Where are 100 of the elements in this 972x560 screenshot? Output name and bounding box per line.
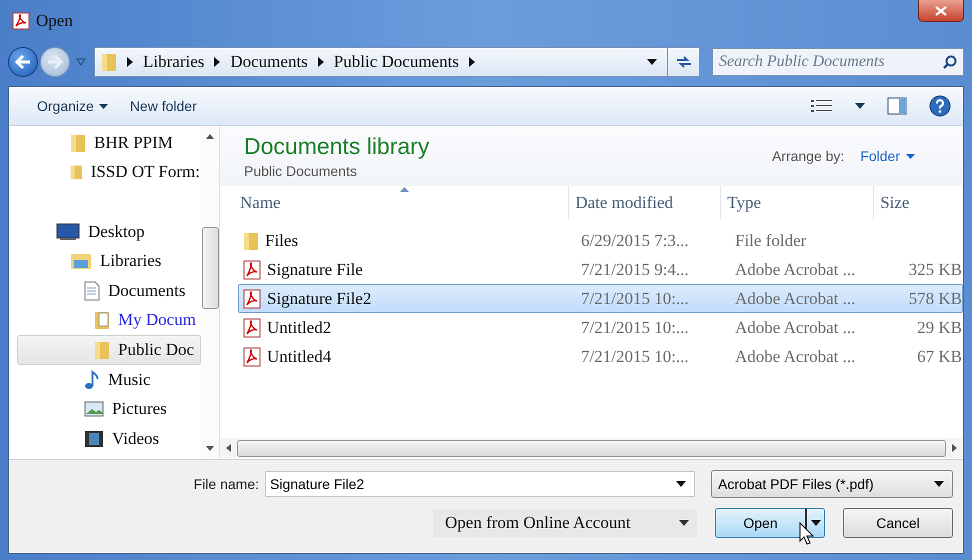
- folder-icon: [70, 132, 86, 153]
- dropdown-arrow-icon: [676, 481, 686, 487]
- cancel-button[interactable]: Cancel: [843, 508, 953, 538]
- scrollbar[interactable]: [201, 126, 219, 459]
- scroll-down-icon[interactable]: [206, 446, 214, 451]
- column-header[interactable]: Size: [874, 186, 963, 220]
- sidebar-item[interactable]: Music: [17, 364, 201, 394]
- libraries-icon: [70, 252, 92, 270]
- chevron-icon: [468, 57, 475, 67]
- column-header[interactable]: Type: [721, 186, 874, 220]
- file-row[interactable]: Files 6/29/2015 7:3... File folder: [238, 226, 963, 255]
- sidebar-item[interactable]: Pictures: [17, 394, 201, 424]
- file-name-label: File name:: [194, 476, 259, 492]
- sidebar-item[interactable]: Public Doc: [17, 335, 201, 365]
- library-title: Documents library: [244, 133, 430, 160]
- file-type-dropdown[interactable]: Acrobat PDF Files (*.pdf): [711, 470, 953, 498]
- caret-icon: [906, 154, 915, 158]
- sidebar-item[interactable]: My Docum: [17, 306, 201, 336]
- size-cell-text: 325 KB: [908, 260, 962, 280]
- back-button[interactable]: [8, 47, 38, 77]
- sidebar-item[interactable]: Desktop: [17, 216, 201, 246]
- organize-menu[interactable]: Organize: [37, 98, 108, 114]
- type-cell-text: Adobe Acrobat ...: [734, 346, 856, 366]
- file-name: Signature File2: [267, 288, 372, 308]
- library-subtitle: Public Documents: [244, 163, 358, 179]
- address-bar[interactable]: Libraries Documents Public Documents: [94, 47, 700, 77]
- arrange-dropdown[interactable]: Folder: [860, 148, 915, 164]
- scroll-thumb[interactable]: [237, 440, 946, 456]
- sidebar-item[interactable]: Libraries: [17, 246, 201, 276]
- open-online-dropdown[interactable]: Open from Online Account: [433, 509, 697, 537]
- pdf-icon: [243, 318, 261, 338]
- window-title: Open: [36, 11, 73, 31]
- file-row[interactable]: Signature File2 7/21/2015 10:... Adobe Acrobat ... 578 KB: [238, 284, 963, 313]
- picture-icon: [84, 401, 104, 418]
- preview-pane-icon[interactable]: [887, 97, 907, 115]
- pdf-icon: [243, 288, 261, 308]
- back-arrow-icon: [15, 55, 31, 69]
- scroll-thumb[interactable]: [202, 227, 218, 309]
- file-name: Signature File: [267, 260, 363, 280]
- pdf-icon: [12, 12, 30, 30]
- file-name: Untitled4: [267, 346, 332, 366]
- music-note-icon: [84, 370, 100, 390]
- pdf-icon: [243, 346, 261, 366]
- open-button[interactable]: Open: [715, 508, 805, 538]
- chevron-icon: [214, 57, 220, 67]
- document-folder-icon: [94, 310, 110, 330]
- size-cell-text: 578 KB: [908, 288, 962, 308]
- dropdown-arrow-icon: [934, 481, 944, 487]
- file-row[interactable]: Untitled2 7/21/2015 10:... Adobe Acrobat ... 29 KB: [238, 313, 963, 342]
- mouse-cursor-icon: [799, 522, 815, 546]
- sidebar-item[interactable]: BHR PPIM: [17, 128, 201, 158]
- sidebar-item[interactable]: Videos: [17, 424, 201, 454]
- folder-icon: [243, 230, 259, 250]
- arrange-label: Arrange by:: [772, 148, 844, 164]
- size-cell-text: 67 KB: [916, 346, 962, 366]
- caret-icon[interactable]: [855, 103, 865, 109]
- date-cell-text: 6/29/2015 7:3...: [580, 230, 690, 250]
- monitor-icon: [56, 222, 80, 241]
- scroll-right-icon[interactable]: [952, 444, 957, 452]
- file-name-field[interactable]: Signature File2: [265, 471, 695, 497]
- scrollbar[interactable]: [220, 438, 963, 458]
- refresh-icon: [674, 54, 692, 70]
- scroll-up-icon[interactable]: [206, 134, 214, 139]
- search-field[interactable]: Search Public Documents: [712, 48, 964, 76]
- dropdown-arrow-icon: [679, 520, 689, 526]
- file-name: Files: [265, 230, 298, 250]
- close-button[interactable]: [918, 0, 964, 22]
- date-cell-text: 7/21/2015 10:...: [580, 318, 690, 338]
- file-name: Untitled2: [267, 318, 332, 338]
- breadcrumb[interactable]: Documents: [230, 52, 308, 72]
- sidebar-item[interactable]: ISSD OT Form:: [17, 158, 201, 188]
- pdf-icon: [243, 260, 261, 280]
- open-menu-button[interactable]: [805, 508, 825, 538]
- view-list-icon[interactable]: [811, 99, 833, 113]
- sort-arrow-icon: [400, 187, 409, 192]
- folder-icon: [94, 340, 110, 360]
- folder-icon: [101, 52, 117, 72]
- chevron-icon: [318, 57, 324, 67]
- dropdown-arrow-icon[interactable]: [647, 59, 657, 65]
- type-cell-text: File folder: [734, 230, 808, 250]
- size-cell-text: 29 KB: [916, 318, 962, 338]
- scroll-left-icon[interactable]: [226, 444, 231, 452]
- new-folder-button[interactable]: New folder: [130, 98, 197, 114]
- search-icon: [943, 55, 957, 69]
- file-row[interactable]: Untitled4 7/21/2015 10:... Adobe Acrobat ... 67 KB: [238, 342, 963, 371]
- column-header[interactable]: Date modified: [569, 186, 722, 220]
- type-cell-text: Adobe Acrobat ...: [734, 260, 856, 280]
- date-cell-text: 7/21/2015 10:...: [580, 346, 690, 366]
- type-cell-text: Adobe Acrobat ...: [734, 288, 856, 308]
- date-cell-text: 7/21/2015 10:...: [580, 288, 690, 308]
- dropdown-arrow-icon: [810, 520, 820, 526]
- close-icon: [935, 6, 947, 16]
- forward-arrow-icon: [47, 55, 63, 69]
- help-icon[interactable]: [929, 95, 951, 117]
- film-icon: [84, 430, 104, 448]
- chevron-icon: [127, 57, 133, 67]
- file-row[interactable]: Signature File 7/21/2015 9:4... Adobe Acrobat ... 325 KB: [238, 255, 963, 284]
- breadcrumb[interactable]: Libraries: [143, 52, 204, 72]
- breadcrumb[interactable]: Public Documents: [334, 52, 459, 72]
- sidebar-item[interactable]: Documents: [17, 276, 201, 306]
